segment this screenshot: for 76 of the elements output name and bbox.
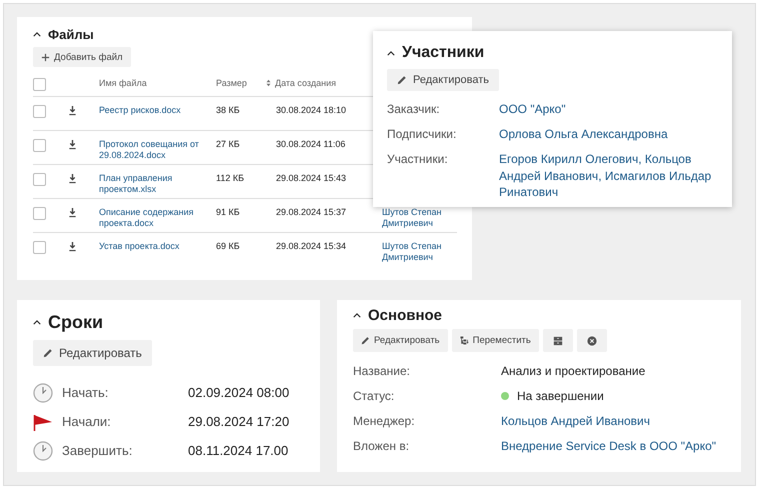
table-cell-text: 29.08.2024 15:37 [275, 207, 348, 217]
file-link[interactable]: Устав проекта.docx [99, 241, 207, 252]
table-cell-text: 38 КБ [216, 105, 241, 115]
sort-icon[interactable] [266, 79, 271, 87]
table-cell-text: 112 КБ [216, 173, 245, 183]
clock-icon [33, 440, 53, 460]
file-link[interactable]: План управления проектом.xlsx [99, 173, 207, 196]
field-value: 08.11.2024 17.00 [188, 443, 288, 458]
add-file-button[interactable]: Добавить файл [33, 47, 131, 67]
field-link[interactable]: Орлова Ольга Александровна [499, 126, 718, 142]
row-checkbox[interactable] [33, 105, 46, 118]
field-label: Подписчики: [387, 126, 458, 142]
download-icon[interactable] [68, 105, 77, 116]
card-title: Основное [368, 306, 442, 324]
move-button[interactable]: Переместить [452, 329, 539, 352]
collapse-icon[interactable] [33, 320, 41, 324]
plus-icon [41, 52, 50, 62]
card-title: Участники [402, 44, 484, 62]
column-header: Размер [216, 78, 248, 88]
cancel-button[interactable] [576, 329, 607, 352]
download-icon[interactable] [68, 139, 77, 150]
file-link[interactable]: Протокол совещания от 29.08.2024.docx [99, 139, 207, 162]
file-link[interactable]: Реестр рисков.docx [99, 105, 207, 116]
table-cell-text: 91 КБ [216, 207, 241, 217]
field-label: Статус: [353, 388, 396, 402]
field-link[interactable]: Кольцов Андрей Иванович [501, 414, 650, 428]
clock-icon [33, 382, 53, 402]
row-checkbox[interactable] [33, 173, 46, 186]
field-link[interactable]: Внедрение Service Desk в ООО "Арко" [501, 438, 716, 452]
row-checkbox[interactable] [33, 139, 46, 152]
author-link[interactable]: Шутов Степан Дмитриевич [382, 241, 454, 264]
field-label: Участники: [387, 151, 449, 168]
table-cell-text: 27 КБ [216, 139, 241, 149]
pencil-icon [361, 336, 370, 345]
download-icon[interactable] [68, 173, 77, 184]
download-icon[interactable] [68, 241, 77, 252]
row-checkbox[interactable] [33, 207, 46, 220]
table-cell-text: 29.08.2024 15:34 [275, 241, 348, 251]
column-header: Дата создания [275, 78, 336, 88]
edit-button[interactable]: Редактировать [33, 340, 152, 366]
field-label: Вложен в: [353, 438, 410, 452]
close-icon [586, 336, 597, 346]
row-checkbox[interactable] [33, 241, 46, 254]
archive-icon [552, 336, 563, 346]
pencil-icon [397, 75, 407, 85]
field-value: Анализ и проектирование [501, 364, 646, 378]
field-value: На завершении [517, 388, 604, 402]
file-link[interactable]: Описание содержания проекта.docx [99, 207, 207, 230]
edit-button[interactable]: Редактировать [353, 329, 448, 352]
field-label: Начали: [62, 414, 112, 429]
field-label: Менеджер: [353, 414, 416, 428]
pencil-icon [43, 348, 53, 358]
field-value: 29.08.2024 17:20 [188, 414, 290, 429]
archive-button[interactable] [542, 329, 573, 352]
table-cell-text: 30.08.2024 11:06 [275, 139, 346, 149]
table-cell-text: 30.08.2024 18:10 [275, 105, 348, 115]
hierarchy-icon [460, 336, 469, 345]
table-cell-text: 29.08.2024 15:43 [275, 173, 348, 183]
column-header: Имя файла [99, 78, 148, 90]
table-cell-text: 69 КБ [216, 241, 241, 251]
field-link[interactable]: Егоров Кирилл Олегович, Кольцов Андрей Иванович, Исмагилов Ильдар Ринатович [499, 151, 718, 200]
field-label: Начать: [62, 385, 110, 400]
edit-button[interactable]: Редактировать [387, 69, 499, 91]
author-link[interactable]: Шутов Степан Дмитриевич [382, 207, 454, 230]
collapse-icon[interactable] [33, 32, 41, 36]
field-label: Завершить: [62, 443, 134, 458]
field-label: Заказчик: [387, 101, 441, 118]
select-all-checkbox[interactable] [33, 78, 46, 91]
field-value: 02.09.2024 08:00 [188, 385, 290, 400]
collapse-icon[interactable] [387, 50, 395, 56]
collapse-icon[interactable] [353, 312, 361, 318]
card-title: Сроки [48, 312, 104, 332]
field-link[interactable]: ООО "Арко" [499, 101, 718, 118]
download-icon[interactable] [68, 207, 77, 218]
field-label: Название: [353, 364, 411, 378]
card-title: Файлы [48, 26, 94, 42]
